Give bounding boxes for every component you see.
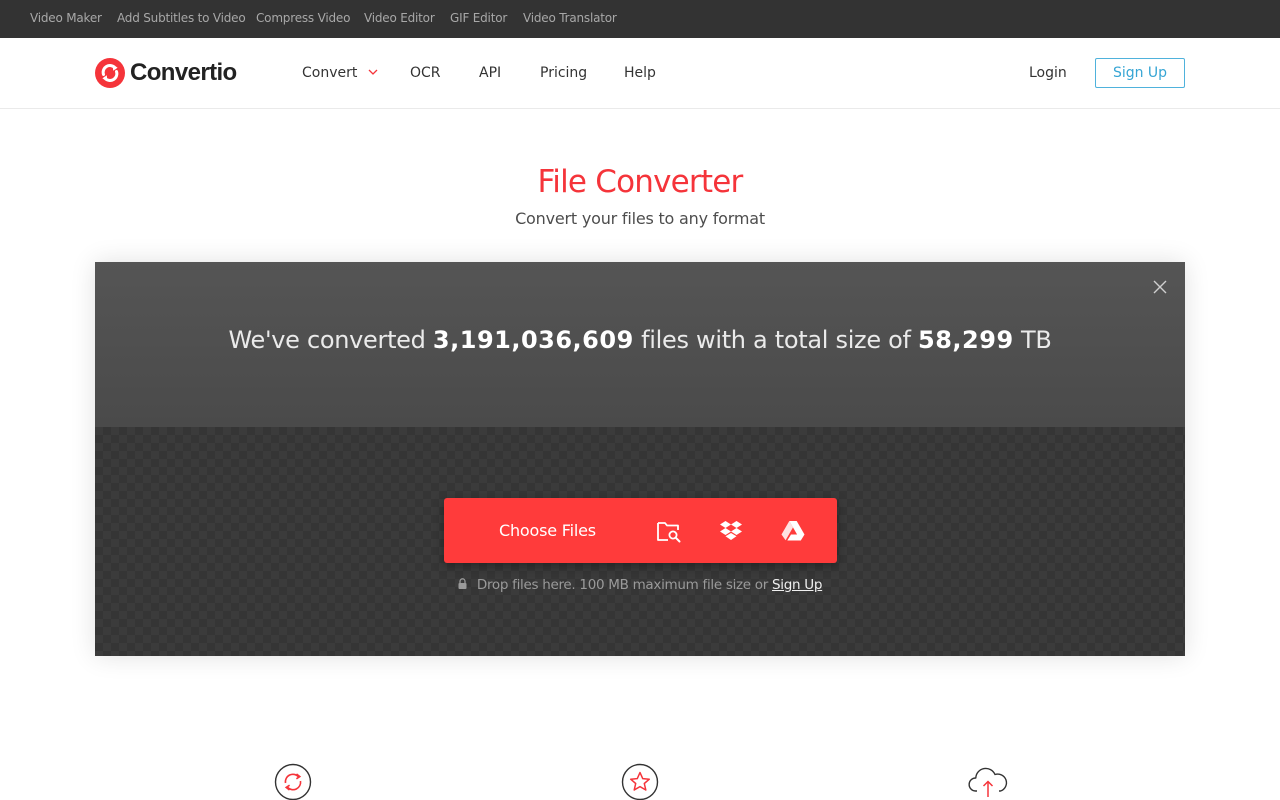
convertio-logo-icon	[95, 58, 125, 88]
logo-text: Convertio	[130, 59, 237, 86]
nav-help[interactable]: Help	[624, 38, 656, 108]
nav-pricing[interactable]: Pricing	[540, 38, 587, 108]
refresh-icon	[274, 763, 312, 800]
star-icon	[621, 763, 659, 800]
topbar-link-compress-video[interactable]: Compress Video	[256, 0, 350, 37]
choose-files-button[interactable]: Choose Files	[444, 498, 837, 563]
cloud-upload-icon	[968, 767, 1008, 797]
drop-note-signup-link[interactable]: Sign Up	[772, 577, 822, 593]
drop-files-note: Drop files here. 100 MB maximum file siz…	[95, 577, 1185, 593]
topbar-link-video-editor[interactable]: Video Editor	[364, 0, 435, 37]
main-header: Convertio Convert OCR API Pricing Help L…	[0, 38, 1280, 109]
topbar-link-gif-editor[interactable]: GIF Editor	[450, 0, 507, 37]
signup-button[interactable]: Sign Up	[1095, 58, 1185, 88]
nav-convert[interactable]: Convert	[302, 38, 378, 108]
nav-convert-label: Convert	[302, 65, 358, 81]
drop-note-text: Drop files here. 100 MB maximum file siz…	[476, 577, 769, 593]
dropbox-icon[interactable]	[718, 518, 744, 544]
login-link[interactable]: Login	[1029, 38, 1067, 108]
stats-prefix: We've converted	[228, 326, 426, 354]
stats-banner: We've converted 3,191,036,609 files with…	[95, 262, 1185, 427]
logo[interactable]: Convertio	[95, 57, 237, 89]
page-title: File Converter	[537, 164, 744, 200]
google-drive-icon[interactable]	[780, 518, 806, 544]
conversion-stats: We've converted 3,191,036,609 files with…	[95, 326, 1185, 354]
nav-ocr[interactable]: OCR	[410, 38, 441, 108]
stats-total-size: 58,299	[918, 326, 1014, 354]
stats-unit: TB	[1021, 326, 1052, 354]
stats-middle: files with a total size of	[641, 326, 911, 354]
lock-icon	[458, 577, 467, 589]
topbar-link-video-translator[interactable]: Video Translator	[523, 0, 617, 37]
close-icon[interactable]	[1152, 279, 1168, 295]
chevron-down-icon	[368, 69, 378, 75]
nav-api[interactable]: API	[479, 38, 501, 108]
topbar-link-add-subtitles[interactable]: Add Subtitles to Video	[117, 0, 246, 37]
folder-search-icon[interactable]	[656, 518, 682, 544]
top-tools-bar: Video Maker Add Subtitles to Video Compr…	[0, 0, 1280, 38]
stats-files-count: 3,191,036,609	[432, 326, 634, 354]
converter-panel: We've converted 3,191,036,609 files with…	[95, 262, 1185, 656]
choose-files-label: Choose Files	[499, 521, 596, 540]
topbar-link-video-maker[interactable]: Video Maker	[30, 0, 102, 37]
page-subtitle: Convert your files to any format	[515, 209, 765, 228]
